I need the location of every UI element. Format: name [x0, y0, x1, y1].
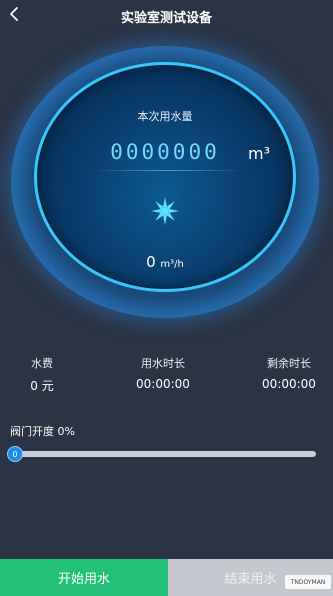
usage-time-label: 用水时长: [141, 357, 185, 370]
valve-slider-track[interactable]: [10, 451, 316, 457]
stat-fee: 水费 0 元: [20, 355, 64, 394]
page-title: 实验室测试设备: [120, 11, 212, 26]
flow-rate-value: 0: [146, 253, 156, 271]
usage-time-value: 00:00:00: [136, 377, 190, 391]
usage-label: 本次用水量: [137, 110, 193, 123]
flow-rate: 0 m³/h: [10, 253, 320, 271]
fee-value: 0 元: [30, 379, 54, 393]
digits-divider: [94, 170, 244, 171]
remaining-time-value: 00:00:00: [262, 377, 316, 391]
remaining-time-label: 剩余时长: [267, 357, 311, 370]
fan-icon: [151, 197, 179, 225]
usage-unit: m³: [248, 144, 270, 163]
stat-usage-time: 用水时长 00:00:00: [122, 355, 204, 391]
fee-label: 水费: [31, 357, 53, 370]
valve-opening-label: 阀门开度 0%: [10, 425, 75, 438]
page: 实验室测试设备 本次用水量 0000000 m³ 0 m³/h 水费 0 元 用…: [0, 0, 333, 596]
valve-slider-thumb[interactable]: 0: [7, 446, 23, 462]
flow-rate-unit: m³/h: [160, 259, 184, 270]
stats-row: 水费 0 元 用水时长 00:00:00 剩余时长 00:00:00: [0, 355, 333, 397]
water-usage-gauge: 本次用水量 0000000 m³ 0 m³/h: [10, 40, 320, 320]
top-bar: 实验室测试设备: [0, 0, 333, 30]
start-water-button[interactable]: 开始用水: [0, 559, 168, 596]
stat-remaining-time: 剩余时长 00:00:00: [249, 355, 329, 391]
watermark-logo: TNDOYMAN: [285, 575, 331, 589]
usage-digits: 0000000: [110, 140, 220, 164]
